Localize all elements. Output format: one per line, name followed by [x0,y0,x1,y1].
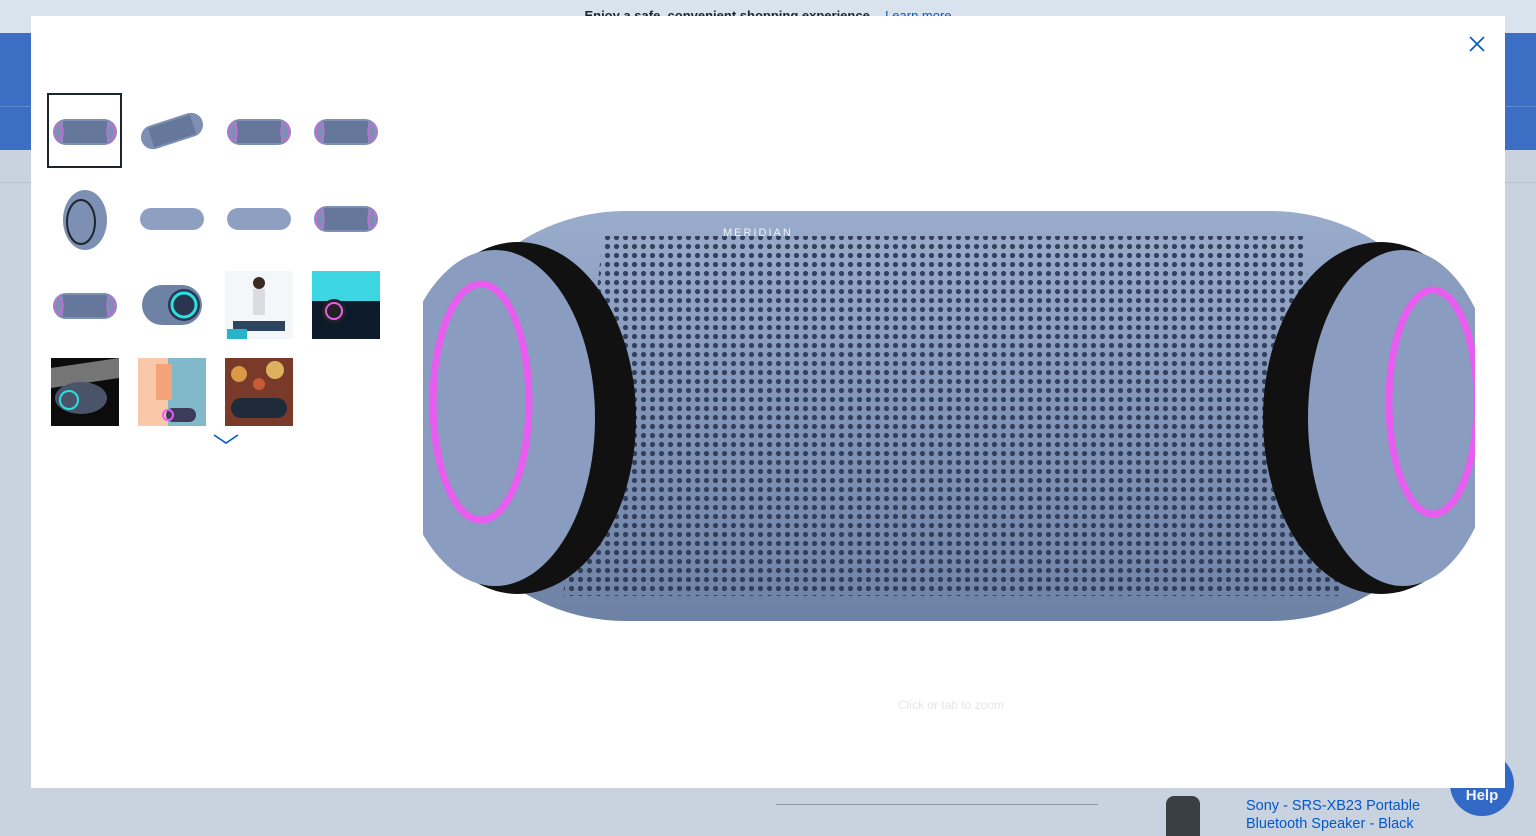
thumbnail-image [137,357,206,426]
thumbnail-end-view[interactable] [47,180,122,255]
close-icon [1469,36,1485,52]
thumbnail-lifestyle-person[interactable] [221,267,296,342]
thumbnail-image [50,357,119,426]
thumbnail-image [139,207,204,230]
thumbnail-image [52,292,117,319]
thumbnail-image [226,118,291,145]
thumbnail-side-view[interactable] [47,267,122,342]
brand-text: MERIDIAN [723,227,793,239]
thumbnail-image [226,207,291,230]
thumbnail-front-view[interactable] [47,93,122,168]
thumbnail-image [140,112,203,149]
thumbnail-image [224,357,293,426]
thumbnail-image [141,284,202,325]
section-rule [776,804,1098,805]
thumbnail-bottom-view[interactable] [221,180,296,255]
chevron-down-icon[interactable] [212,433,240,445]
thumbnail-rear-view[interactable] [308,93,383,168]
related-product-image[interactable] [1166,796,1200,836]
thumbnail-front-view-3[interactable] [308,180,383,255]
close-button[interactable] [1467,34,1487,54]
thumbnail-lifestyle-bokeh[interactable] [221,354,296,429]
thumbnail-image [224,270,293,339]
main-product-image[interactable]: MERIDIAN [423,206,1475,626]
thumbnail-top-view[interactable] [134,180,209,255]
thumbnail-image [313,205,378,232]
thumbnail-front-view-2[interactable] [221,93,296,168]
related-product-link[interactable]: Sony - SRS-XB23 Portable Bluetooth Speak… [1246,797,1436,833]
thumbnail-image [311,270,380,339]
zoom-hint: Click or tab to zoom [897,698,1005,712]
thumbnail-image [313,118,378,145]
thumbnail-lifestyle-party[interactable] [134,354,209,429]
thumbnail-image [62,189,107,250]
image-gallery-modal: MERIDIAN Click or tab to zoom [31,16,1505,788]
thumbnail-lifestyle-dark[interactable] [47,354,122,429]
thumbnail-lifestyle-neon[interactable] [308,267,383,342]
thumbnail-image [52,118,117,145]
thumbnail-light-ring-view[interactable] [134,267,209,342]
thumbnail-angled-view[interactable] [134,93,209,168]
